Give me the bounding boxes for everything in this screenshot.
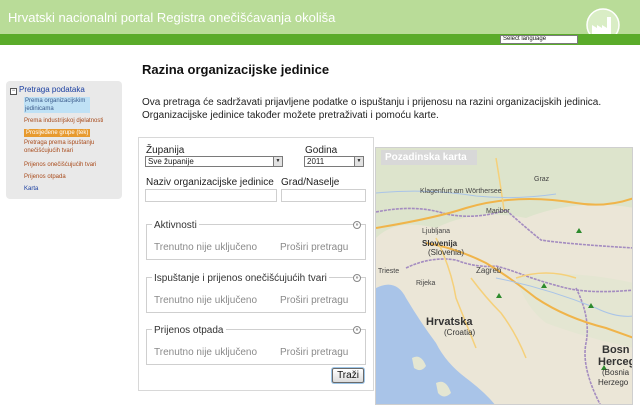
pollutant-section: Ispuštanje i prijenos onečišćujućih tvar…	[146, 273, 366, 313]
sidebar: − Pretraga podataka Prema organizacijskim…	[6, 81, 122, 199]
map-terrain	[376, 148, 632, 404]
sidebar-heading[interactable]: − Pretraga podataka	[10, 85, 85, 95]
waste-section: Prijenos otpada » Trenutno nije uključen…	[146, 325, 366, 365]
expand-icon[interactable]: »	[353, 326, 361, 334]
activities-section: Aktivnosti » Trenutno nije uključeno Pro…	[146, 220, 366, 260]
map-place-trieste: Trieste	[378, 268, 400, 275]
waste-expand-link[interactable]: Proširi pretragu	[280, 347, 348, 358]
search-button[interactable]: Traži	[332, 368, 364, 383]
search-form: Županija Sve županije ▼ Godina 2011 ▼ Na…	[138, 137, 374, 391]
intro-line-2: Organizacijske jedinice također možete p…	[142, 110, 439, 121]
activities-status: Trenutno nije uključeno	[154, 242, 258, 253]
sidebar-item-industry[interactable]: Prema industrijskoj djelatnosti	[24, 117, 103, 125]
background-map[interactable]: Pozadinska karta Klagenfurt am Wörtherse…	[375, 147, 633, 405]
waste-status: Trenutno nije uključeno	[154, 347, 258, 358]
sidebar-item-pollutant-release[interactable]: Pretraga prema ispuštanju onečišćujućih …	[24, 139, 104, 155]
expand-icon[interactable]: »	[353, 274, 361, 282]
language-select[interactable]: Select language	[500, 35, 578, 44]
city-input[interactable]	[281, 189, 366, 202]
waste-title: Prijenos otpada	[152, 325, 226, 336]
pollutant-title: Ispuštanje i prijenos onečišćujućih tvar…	[152, 273, 329, 284]
sidebar-item-groups[interactable]: Prosljeđene grupe (tek)	[24, 129, 91, 137]
map-place-rijeka: Rijeka	[416, 280, 436, 287]
county-select-value: Sve županije	[148, 157, 194, 166]
page: Hrvatski nacionalni portal Registra oneč…	[0, 0, 640, 409]
pollutant-status: Trenutno nije uključeno	[154, 295, 258, 306]
map-place-maribor: Maribor	[486, 208, 510, 215]
map-place-hrvatska: Hrvatska	[426, 316, 473, 328]
portal-title: Hrvatski nacionalni portal Registra oneč…	[8, 10, 336, 25]
activities-title: Aktivnosti	[152, 220, 199, 231]
map-label-box: Pozadinska karta	[381, 150, 477, 165]
year-label: Godina	[305, 145, 338, 156]
year-select-value: 2011	[307, 157, 325, 166]
map-place-graz: Graz	[534, 176, 550, 183]
map-place-slovenija-sub: (Slovenia)	[428, 248, 465, 257]
activities-expand-link[interactable]: Proširi pretragu	[280, 242, 348, 253]
pollutant-expand-link[interactable]: Proširi pretragu	[280, 295, 348, 306]
intro-text: Ova pretraga će sadržavati prijavljene p…	[142, 96, 622, 122]
map-place-herzego: Herzego	[598, 378, 629, 387]
chevron-down-icon: ▼	[354, 157, 363, 166]
map-place-hrvatska-sub: (Croatia)	[444, 328, 476, 337]
chevron-down-icon: ▼	[273, 157, 282, 166]
year-select[interactable]: 2011 ▼	[304, 156, 364, 167]
map-label: Pozadinska karta	[385, 152, 467, 163]
page-title: Razina organizacijske jedinice	[142, 62, 330, 77]
county-select[interactable]: Sve županije ▼	[145, 156, 283, 167]
county-label: Županija	[146, 145, 185, 156]
intro-line-1: Ova pretraga će sadržavati prijavljene p…	[142, 97, 602, 108]
map-place-herceg: Herceg	[598, 356, 633, 368]
collapse-icon[interactable]: −	[10, 88, 17, 95]
org-name-label: Naziv organizacijske jedinice	[146, 177, 274, 188]
map-place-slovenija: Slovenija	[422, 239, 458, 248]
map-place-ljubljana: Ljubljana	[422, 228, 451, 235]
sidebar-item-waste-transfer[interactable]: Prijenos otpada	[24, 173, 66, 181]
header: Hrvatski nacionalni portal Registra oneč…	[0, 0, 640, 42]
sidebar-item-org-units[interactable]: Prema organizacijskim jedinicama	[24, 97, 90, 113]
map-place-zagreb: Zagreb	[476, 266, 502, 275]
map-place-klagenfurt: Klagenfurt am Wörthersee	[420, 188, 502, 195]
city-label: Grad/Naselje	[281, 177, 340, 188]
sidebar-item-map[interactable]: Karta	[24, 185, 38, 193]
map-place-bosn: Bosn	[602, 344, 630, 356]
sidebar-item-pollutant-transfer[interactable]: Prijenos onečišćujućih tvari	[24, 161, 96, 169]
org-name-input[interactable]	[145, 189, 277, 202]
expand-icon[interactable]: »	[353, 221, 361, 229]
sidebar-heading-label: Pretraga podataka	[19, 85, 85, 94]
map-place-bosnia-sub: (Bosnia	[602, 368, 630, 377]
